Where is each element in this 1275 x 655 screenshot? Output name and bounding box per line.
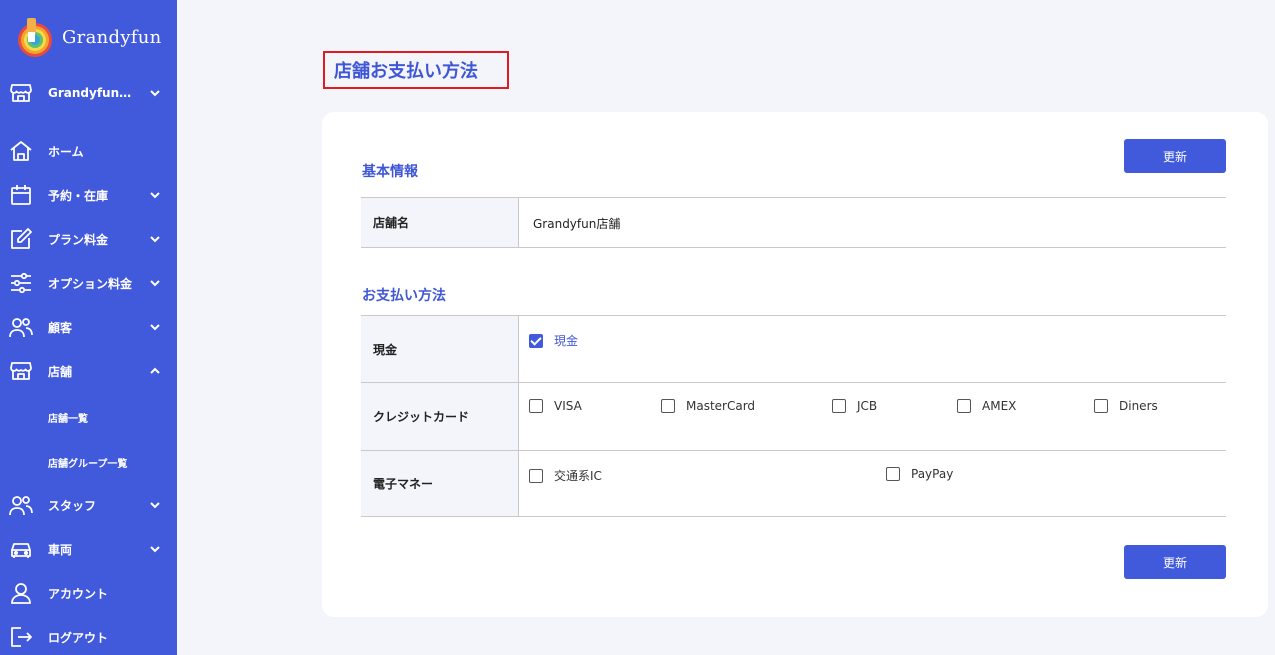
diners-checkbox[interactable]: Diners [1094,399,1158,413]
basic-info-heading: 基本情報 [362,164,418,180]
payment-method-heading: お支払い方法 [362,288,446,304]
cash-row: 現金 現金 [361,315,1226,382]
checkbox-unchecked[interactable] [661,399,675,413]
users-icon [9,493,33,517]
checkbox-label: MasterCard [686,399,756,413]
cash-options: 現金 [519,316,1226,382]
emoney-options: 交通系IC PayPay [519,451,1226,516]
checkbox-label: Diners [1119,399,1158,413]
credit-card-label: クレジットカード [361,383,519,450]
calendar-icon [9,183,33,207]
cash-checkbox[interactable]: 現金 [529,332,578,349]
sidebar-item-logout[interactable]: ログアウト [0,617,177,655]
checkbox-label: 現金 [554,334,579,348]
sidebar-item-vehicles[interactable]: 車両 [0,529,177,569]
logout-icon [9,625,33,649]
store-name-value: Grandyfun店舗 [533,217,621,231]
amex-checkbox[interactable]: AMEX [957,399,1016,413]
chevron-down-icon [148,276,162,290]
visa-checkbox[interactable]: VISA [529,399,582,413]
rainbow-logo-icon [18,18,52,57]
car-icon [9,537,33,561]
sidebar-item-label: 車両 [48,542,73,557]
sidebar-item-account[interactable]: アカウント [0,573,177,613]
emoney-label: 電子マネー [361,451,519,516]
checkbox-unchecked[interactable] [957,399,971,413]
sidebar-item-label: ログアウト [48,630,109,645]
store-name-cell: Grandyfun店舗 [519,198,1226,247]
sidebar-item-option-pricing[interactable]: オプション料金 [0,263,177,303]
update-button-bottom[interactable]: 更新 [1124,545,1226,579]
sidebar-item-label: プラン料金 [48,232,109,247]
sidebar-item-label: アカウント [48,586,109,601]
checkbox-label: 交通系IC [554,469,602,483]
chevron-down-icon [148,320,162,334]
paypay-checkbox[interactable]: PayPay [886,467,953,481]
sidebar-item-label: ホーム [48,144,84,159]
sidebar-item-staff[interactable]: スタッフ [0,485,177,525]
checkbox-unchecked[interactable] [1094,399,1108,413]
checkbox-label: AMEX [982,399,1017,413]
store-icon [9,359,33,383]
store-name-label: 店舗名 [361,198,519,247]
chevron-down-icon [148,498,162,512]
sidebar-subitem-store-list[interactable]: 店舗一覧 [48,410,88,425]
app-logo[interactable]: Grandyfun [14,16,162,58]
emoney-row: 電子マネー 交通系IC PayPay [361,450,1226,517]
sidebar-item-stores[interactable]: 店舗 [0,351,177,391]
store-icon [9,81,33,105]
store-selector-label: Grandyfun… [48,86,132,100]
store-name-row: 店舗名 Grandyfun店舗 [361,197,1226,248]
checkbox-label: VISA [554,399,582,413]
mastercard-checkbox[interactable]: MasterCard [661,399,755,413]
home-icon [9,139,33,163]
chevron-up-icon [148,364,162,378]
page-title-box: 店舗お支払い方法 [323,51,509,89]
transit-ic-checkbox[interactable]: 交通系IC [529,467,602,484]
edit-icon [9,227,33,251]
checkbox-label: JCB [857,399,878,413]
payment-settings-card: 更新 基本情報 店舗名 Grandyfun店舗 お支払い方法 現金 現金 クレジ… [322,112,1268,617]
credit-card-options: VISA MasterCard JCB AMEX Diners [519,383,1226,450]
checkbox-unchecked[interactable] [832,399,846,413]
checkbox-unchecked[interactable] [529,468,543,483]
user-icon [9,581,33,605]
store-selector[interactable]: Grandyfun… [0,73,177,113]
sidebar-item-label: 顧客 [48,320,73,335]
app-name: Grandyfun [62,26,162,48]
sidebar-item-label: 店舗 [48,364,73,379]
sliders-icon [9,271,33,295]
jcb-checkbox[interactable]: JCB [832,399,877,413]
update-button-top[interactable]: 更新 [1124,139,1226,173]
credit-card-row: クレジットカード VISA MasterCard JCB AMEX Diners [361,382,1226,450]
chevron-down-icon [148,542,162,556]
sidebar-item-label: 予約・在庫 [48,188,109,203]
checkbox-checked[interactable] [529,333,543,348]
sidebar-item-home[interactable]: ホーム [0,131,177,171]
chevron-down-icon [148,232,162,246]
sidebar-item-label: スタッフ [48,498,97,513]
page-title: 店舗お支払い方法 [334,61,478,82]
sidebar-item-plan-pricing[interactable]: プラン料金 [0,219,177,259]
checkbox-label: PayPay [911,467,954,481]
sidebar-item-reservation[interactable]: 予約・在庫 [0,175,177,215]
cash-label: 現金 [361,316,519,382]
sidebar: Grandyfun Grandyfun… ホーム 予約・在庫 プラン料金 オプシ… [0,0,177,655]
sidebar-subitem-store-group-list[interactable]: 店舗グループ一覧 [48,455,127,470]
chevron-down-icon [148,188,162,202]
users-icon [9,315,33,339]
checkbox-unchecked[interactable] [886,467,900,481]
checkbox-unchecked[interactable] [529,399,543,413]
chevron-down-icon [148,86,162,100]
sidebar-item-customers[interactable]: 顧客 [0,307,177,347]
sidebar-item-label: オプション料金 [48,276,133,291]
